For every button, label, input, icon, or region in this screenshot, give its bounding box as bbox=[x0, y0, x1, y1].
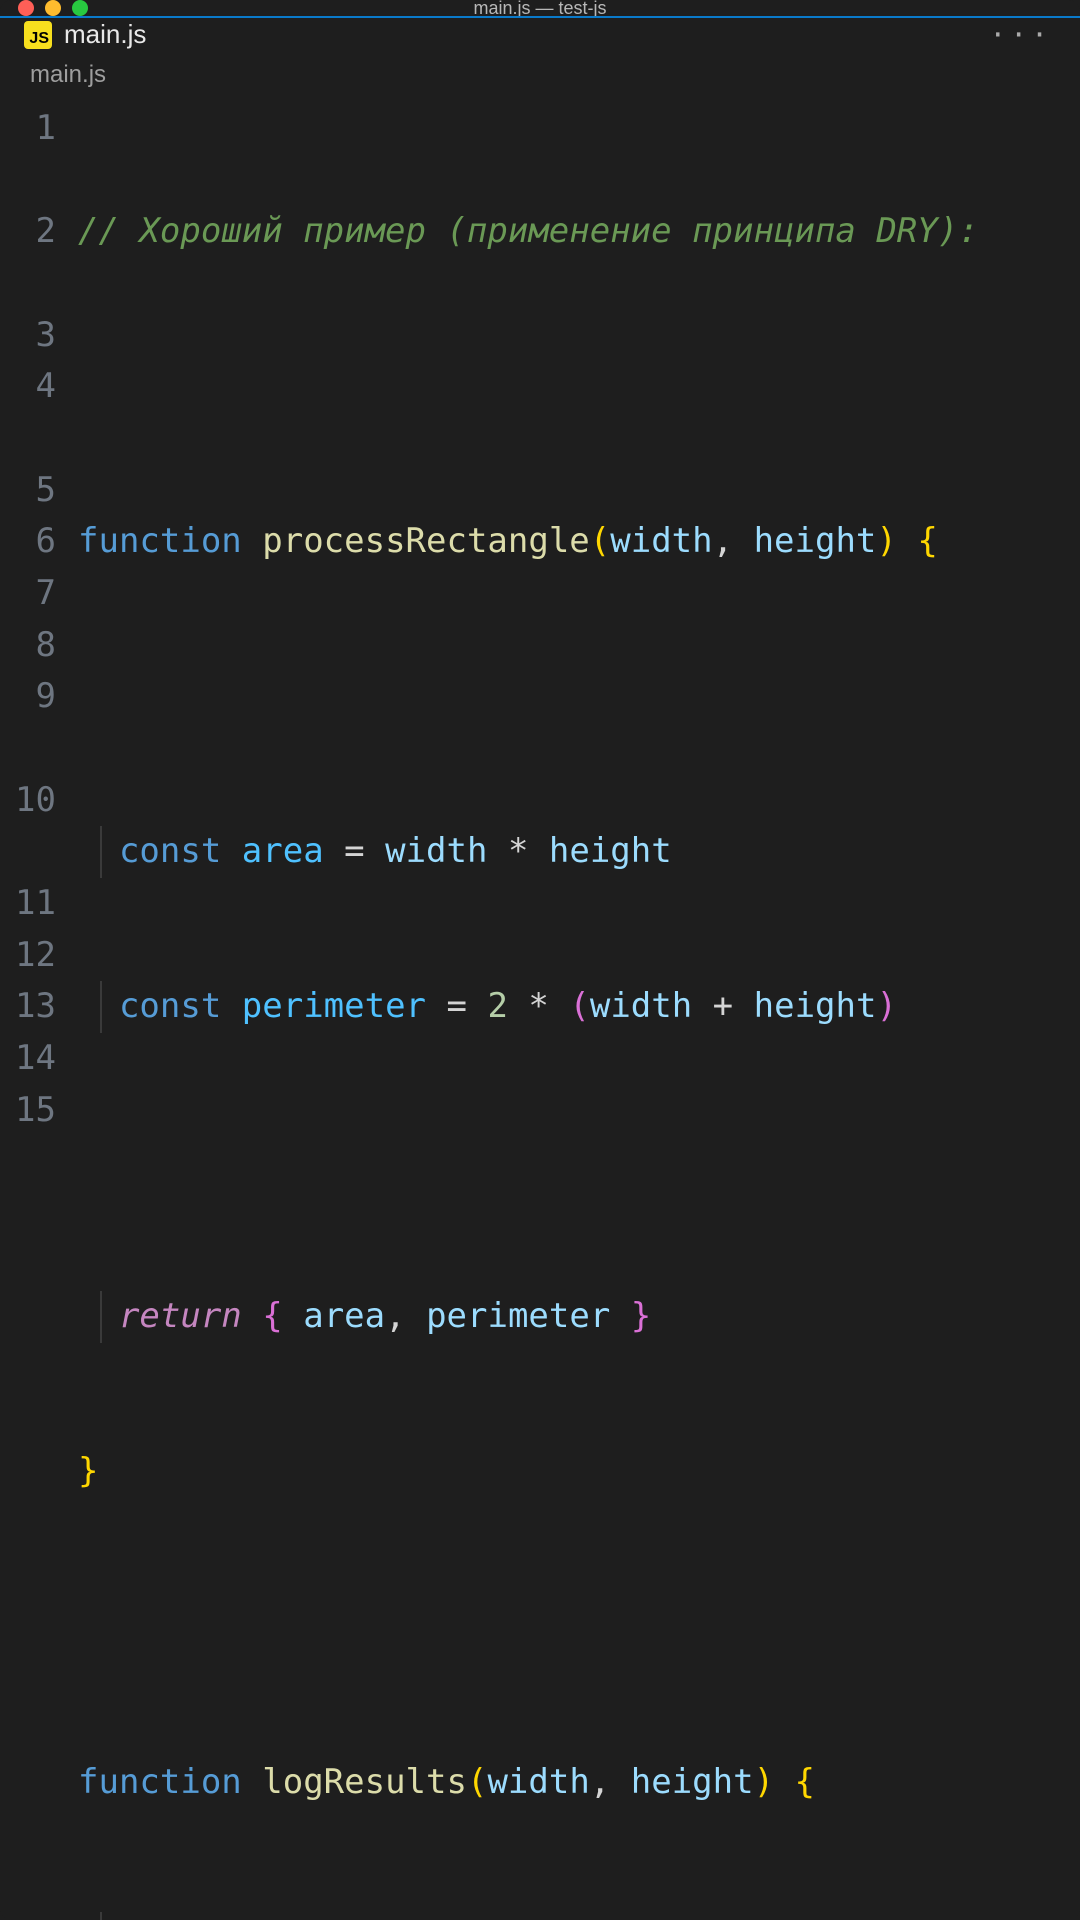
code-line: // Хороший пример (применение принципа D… bbox=[70, 206, 1060, 258]
code-line: const { area, perimeter } = processRecta… bbox=[70, 1912, 1060, 1920]
code-line: const area = width * height bbox=[70, 826, 1060, 878]
tab-bar: JS main.js ··· bbox=[0, 16, 1080, 51]
more-icon[interactable]: ··· bbox=[989, 18, 1052, 51]
js-file-icon: JS bbox=[24, 21, 52, 49]
code-line: return { area, perimeter } bbox=[70, 1291, 1060, 1343]
code-line: } bbox=[70, 1446, 1060, 1498]
code-editor[interactable]: 1 2 3 4 5 6 7 8 9 10 11 12 13 14 15 // Х… bbox=[0, 95, 1080, 1920]
code-line: const perimeter = 2 * (width + height) bbox=[70, 981, 1060, 1033]
code-area[interactable]: // Хороший пример (применение принципа D… bbox=[70, 103, 1080, 1920]
tab-label: main.js bbox=[64, 19, 146, 50]
breadcrumb[interactable]: main.js bbox=[0, 51, 1080, 95]
titlebar: main.js — test-js bbox=[0, 0, 1080, 16]
breadcrumb-item: main.js bbox=[30, 61, 106, 88]
line-gutter: 1 2 3 4 5 6 7 8 9 10 11 12 13 14 15 bbox=[0, 103, 70, 1920]
code-line: function processRectangle(width, height)… bbox=[70, 516, 1060, 568]
tab-actions: ··· bbox=[170, 18, 1080, 51]
tab-main-js[interactable]: JS main.js bbox=[0, 18, 170, 51]
code-line: function logResults(width, height) { bbox=[70, 1757, 1060, 1809]
editor-window: main.js — test-js JS main.js ··· main.js… bbox=[0, 0, 1080, 1920]
